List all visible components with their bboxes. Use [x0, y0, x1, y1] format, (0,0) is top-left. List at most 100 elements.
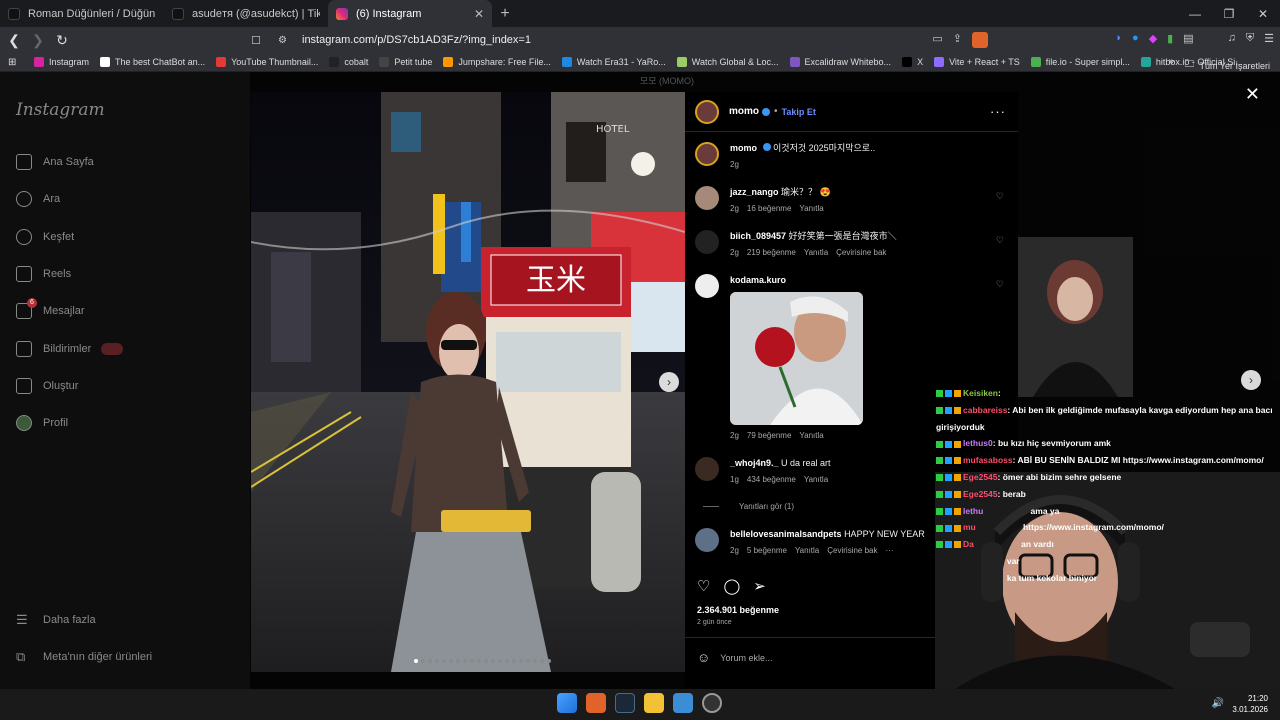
- like-heart-icon[interactable]: ♡: [697, 577, 710, 595]
- bookmark-item[interactable]: Instagram: [34, 57, 89, 67]
- translate-button[interactable]: Çevirisine bak: [827, 546, 877, 555]
- bookmark-item[interactable]: Vite + React + TS: [934, 57, 1020, 67]
- bookmark-item[interactable]: Excalidraw Whitebo...: [789, 57, 891, 67]
- sidebar-item-heart[interactable]: Bildirimler: [16, 341, 124, 357]
- cast-icon[interactable]: ▭: [932, 32, 942, 48]
- more-bookmarks-icon[interactable]: »: [1168, 56, 1174, 67]
- steam-icon[interactable]: [615, 693, 635, 713]
- emoji-icon[interactable]: ☺: [697, 650, 710, 665]
- reply-button[interactable]: Yanıtla: [804, 475, 828, 484]
- comment-username[interactable]: jazz_nango: [730, 187, 779, 197]
- comment-icon[interactable]: ◯: [723, 577, 740, 595]
- close-window-icon[interactable]: ✕: [1246, 7, 1280, 21]
- close-modal-icon[interactable]: ✕: [1245, 84, 1260, 105]
- comment-like-heart-icon[interactable]: ♡: [996, 235, 1004, 246]
- bookmark-item[interactable]: X: [902, 57, 923, 67]
- bookmark-item[interactable]: file.io - Super simpl...: [1030, 57, 1130, 67]
- like-count[interactable]: 2.364.901 beğenme: [697, 605, 779, 615]
- brave-shields-icon[interactable]: [972, 32, 988, 48]
- close-tab-icon[interactable]: ✕: [474, 7, 484, 21]
- comment-more-icon[interactable]: ···: [886, 546, 894, 555]
- reply-button[interactable]: Yanıtla: [795, 546, 819, 555]
- url-text[interactable]: instagram.com/p/DS7cb1AD3Fz/?img_index=1: [302, 34, 531, 46]
- avatar[interactable]: [695, 528, 719, 552]
- bookmark-icon[interactable]: ☐: [246, 34, 266, 47]
- caption-username[interactable]: momo: [730, 143, 757, 153]
- restore-icon[interactable]: ❐: [1212, 7, 1246, 21]
- instagram-logo[interactable]: Instagram: [16, 100, 105, 120]
- comment-likes[interactable]: 79 beğenme: [747, 431, 791, 440]
- sidebar-item-compass[interactable]: Keşfet: [16, 229, 74, 245]
- back-icon[interactable]: ❮: [4, 32, 24, 49]
- comment-likes[interactable]: 434 beğenme: [747, 475, 796, 484]
- comment-username[interactable]: bellelovesanimalsandpets: [730, 529, 842, 539]
- music-icon[interactable]: ♫: [1228, 32, 1236, 45]
- bookmark-item[interactable]: Watch Global & Loc...: [676, 57, 779, 67]
- comment-like-heart-icon[interactable]: ♡: [996, 191, 1004, 202]
- sidebar-item-plus[interactable]: Oluştur: [16, 378, 78, 394]
- apps-grid-icon[interactable]: ⊞: [8, 57, 20, 68]
- forward-icon[interactable]: ❯: [28, 32, 48, 49]
- address-bar[interactable]: ☐ ⚙ instagram.com/p/DS7cb1AD3Fz/?img_ind…: [246, 30, 994, 50]
- sidebar-item-search[interactable]: Ara: [16, 191, 60, 207]
- share-icon[interactable]: ➢: [753, 577, 766, 595]
- sidebar-item-reels[interactable]: Reels: [16, 266, 71, 282]
- volume-icon[interactable]: 🔊: [1212, 698, 1224, 709]
- comment-username[interactable]: kodama.kuro: [730, 275, 786, 285]
- reload-icon[interactable]: ↻: [52, 32, 72, 49]
- avatar[interactable]: [695, 230, 719, 254]
- avatar[interactable]: [695, 274, 719, 298]
- menu-icon[interactable]: ☰: [1264, 32, 1274, 45]
- tab-tiktok-wedding[interactable]: Roman Düğünleri / Düğün 35 (@düç: [0, 0, 164, 27]
- site-settings-icon[interactable]: ⚙: [278, 35, 292, 46]
- comment-username[interactable]: _whoj4n9._: [730, 458, 779, 468]
- next-image-button[interactable]: ›: [659, 372, 679, 392]
- minimize-icon[interactable]: —: [1178, 7, 1212, 21]
- reply-button[interactable]: Yanıtla: [799, 431, 823, 440]
- post-username[interactable]: momo: [729, 106, 759, 117]
- sidebar-item-messenger[interactable]: 6 Mesajlar: [16, 298, 85, 319]
- vpn-icon[interactable]: ⛨: [1246, 32, 1254, 45]
- translate-button[interactable]: Çevirisine bak: [836, 248, 886, 257]
- tab-instagram[interactable]: (6) Instagram ✕: [328, 0, 492, 27]
- share-icon[interactable]: ⇪: [953, 32, 962, 48]
- comment-like-heart-icon[interactable]: ♡: [996, 279, 1004, 290]
- sidebar-item-home[interactable]: Ana Sayfa: [16, 154, 94, 170]
- add-comment-input[interactable]: Yorum ekle...: [720, 653, 772, 663]
- windows-start-icon[interactable]: [557, 693, 577, 713]
- avatar[interactable]: [695, 457, 719, 481]
- bookmark-item[interactable]: cobalt: [329, 57, 368, 67]
- file-explorer-icon[interactable]: [644, 693, 664, 713]
- more-options-icon[interactable]: ···: [990, 104, 1006, 119]
- brave-browser-icon[interactable]: [586, 693, 606, 713]
- reply-button[interactable]: Yanıtla: [799, 204, 823, 213]
- bookmark-item[interactable]: Watch Era31 - YaRo...: [561, 57, 666, 67]
- bookmark-item[interactable]: Jumpshare: Free File...: [443, 57, 551, 67]
- more-menu-button[interactable]: ☰ Daha fazla: [16, 612, 96, 628]
- extension-icon[interactable]: ◆: [1149, 32, 1157, 45]
- meta-products-button[interactable]: ⧉ Meta'nın diğer ürünleri: [16, 649, 152, 665]
- avatar[interactable]: [695, 99, 719, 124]
- avatar[interactable]: [695, 186, 719, 210]
- system-clock[interactable]: 21:20 3.01.2026: [1232, 693, 1268, 715]
- tab-tiktok-asude[interactable]: asudeтя (@asudekct) | TikTok: [164, 0, 328, 27]
- view-replies-button[interactable]: Yanıtları gör (1): [739, 502, 794, 511]
- comment-likes[interactable]: 16 beğenme: [747, 204, 791, 213]
- follow-button[interactable]: Takip Et: [782, 107, 816, 117]
- comment-likes[interactable]: 219 beğenme: [747, 248, 796, 257]
- post-photo[interactable]: 玉米 HOTEL ›: [251, 92, 685, 672]
- bookmark-item[interactable]: The best ChatBot an...: [100, 57, 205, 67]
- extension-icon[interactable]: ●: [1132, 32, 1139, 45]
- new-tab-button[interactable]: +: [492, 5, 518, 23]
- avatar[interactable]: [695, 142, 719, 166]
- photos-icon[interactable]: [673, 693, 693, 713]
- comment-username[interactable]: biich_089457: [730, 231, 786, 241]
- comment-image[interactable]: [730, 292, 863, 425]
- sidebar-item-avatar[interactable]: Profil: [16, 415, 68, 431]
- sidebar-icon[interactable]: ▤: [1183, 32, 1193, 45]
- next-post-preview[interactable]: [1018, 237, 1133, 397]
- extension-icon[interactable]: ◗: [1115, 32, 1122, 45]
- bookmark-item[interactable]: YouTube Thumbnail...: [216, 57, 318, 67]
- bookmark-item[interactable]: Petit tube: [379, 57, 432, 67]
- reply-button[interactable]: Yanıtla: [804, 248, 828, 257]
